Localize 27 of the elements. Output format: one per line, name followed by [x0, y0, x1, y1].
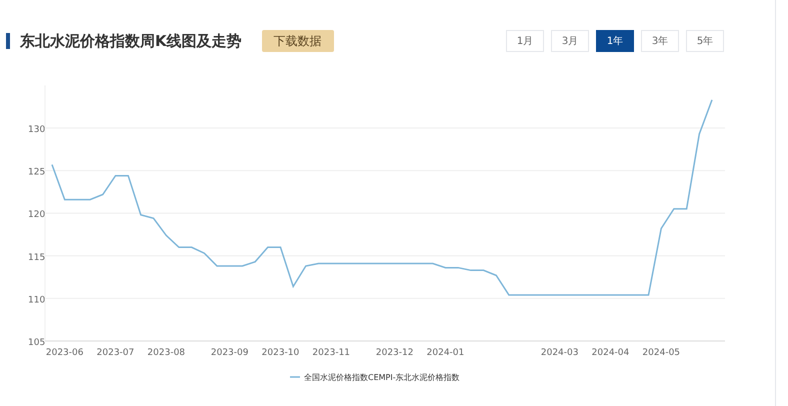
legend-line-icon [290, 376, 300, 378]
range-tab[interactable]: 1月 [506, 30, 544, 52]
range-tab[interactable]: 3年 [641, 30, 679, 52]
range-tab[interactable]: 1年 [596, 30, 634, 52]
y-axis-label: 105 [28, 338, 46, 348]
y-axis-label: 115 [28, 252, 46, 263]
x-axis-label: 2023-11 [312, 348, 350, 358]
x-axis-label: 2023-10 [262, 348, 300, 358]
x-axis-label: 2024-04 [592, 348, 630, 358]
x-axis-label: 2023-06 [46, 348, 84, 358]
x-axis-label: 2024-05 [642, 348, 680, 358]
range-tab[interactable]: 5年 [686, 30, 724, 52]
legend-label: 全国水泥价格指数CEMPI-东北水泥价格指数 [304, 373, 460, 382]
y-axis-label: 110 [28, 295, 46, 306]
chart-title: 东北水泥价格指数周K线图及走势 [20, 30, 242, 52]
x-axis-label: 2023-08 [147, 348, 186, 358]
x-axis-label: 2023-07 [96, 348, 134, 358]
y-axis-label: 125 [28, 168, 46, 178]
y-axis-label: 130 [28, 125, 46, 135]
x-axis-label: 2024-03 [540, 348, 578, 358]
range-tab[interactable]: 3月 [551, 30, 589, 52]
download-button[interactable]: 下载数据 [262, 30, 334, 52]
x-axis-label: 2023-09 [210, 348, 248, 358]
y-axis-label: 120 [28, 210, 46, 220]
x-axis-label: 2024-01 [426, 348, 464, 358]
x-axis-label: 2023-12 [376, 348, 414, 358]
title-accent-bar [6, 33, 10, 49]
